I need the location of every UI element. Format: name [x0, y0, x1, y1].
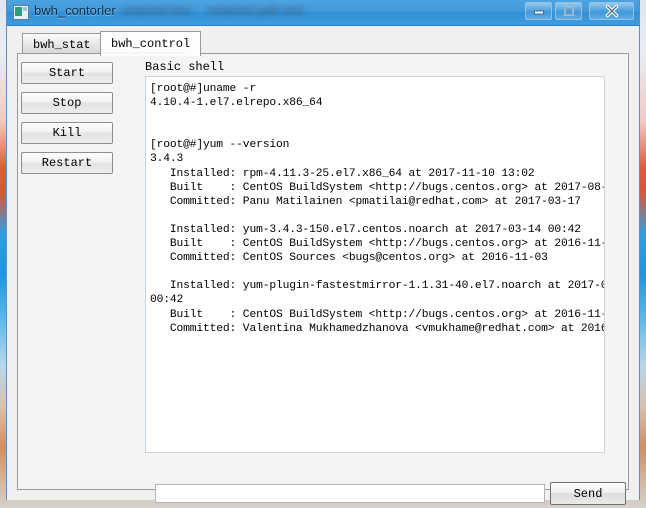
redacted-fragment-2: redacted path text: [207, 3, 304, 17]
kill-button[interactable]: Kill: [21, 122, 113, 144]
minimize-icon: [533, 10, 544, 15]
window-title: bwh_contorler: [34, 3, 116, 18]
control-button-group: Start Stop Kill Restart: [21, 62, 121, 182]
start-button[interactable]: Start: [21, 62, 113, 84]
screen: bwh_contorler redacted text redacted pat…: [0, 0, 646, 508]
close-button[interactable]: [589, 2, 634, 20]
restart-button[interactable]: Restart: [21, 152, 113, 174]
maximize-icon: [563, 6, 574, 16]
shell-output-panel[interactable]: [root@#]uname -r 4.10.4-1.el7.elrepo.x86…: [145, 76, 605, 453]
client-area: bwh_stat bwh_control Start Stop Kill Res…: [7, 26, 639, 505]
stop-button[interactable]: Stop: [21, 92, 113, 114]
shell-section-label: Basic shell: [145, 60, 225, 74]
shell-output-text: [root@#]uname -r 4.10.4-1.el7.elrepo.x86…: [150, 83, 604, 335]
tab-seam-mask: [101, 52, 185, 54]
redacted-title-text: redacted text redacted path text: [119, 2, 315, 20]
send-button[interactable]: Send: [550, 482, 626, 505]
minimize-button[interactable]: [525, 2, 552, 20]
command-input[interactable]: [155, 484, 545, 503]
title-bar[interactable]: bwh_contorler redacted text redacted pat…: [7, 0, 639, 26]
close-icon: [605, 4, 618, 18]
maximize-button[interactable]: [555, 2, 582, 20]
tab-bwh-stat[interactable]: bwh_stat: [22, 33, 102, 55]
app-monitor-icon: [13, 5, 29, 20]
redacted-fragment-1: redacted text: [121, 3, 191, 17]
application-window: bwh_contorler redacted text redacted pat…: [6, 0, 640, 505]
